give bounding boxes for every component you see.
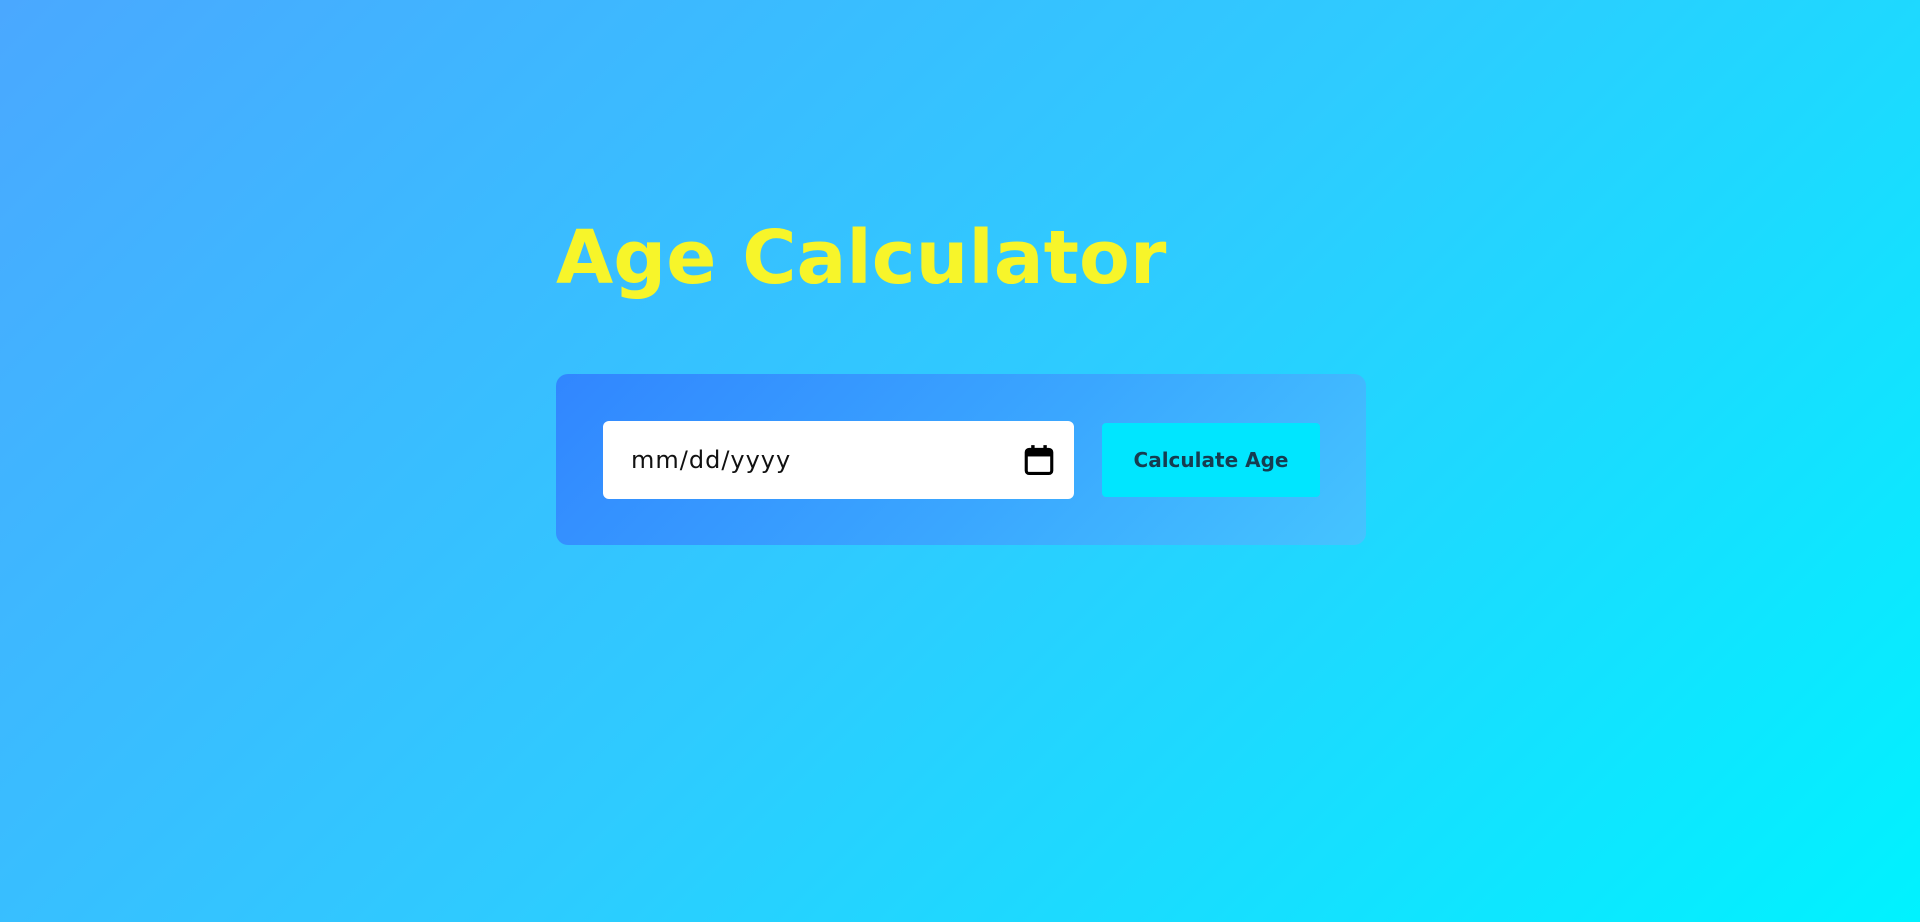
calculate-age-button[interactable]: Calculate Age xyxy=(1102,423,1320,497)
date-placeholder: mm/dd/yyyy xyxy=(631,446,792,474)
page-title: Age Calculator xyxy=(556,215,1167,301)
age-calculator-container: Age Calculator mm/dd/yyyy Calculate Age xyxy=(556,210,1366,545)
calculator-panel: mm/dd/yyyy Calculate Age xyxy=(556,374,1366,545)
calendar-icon[interactable] xyxy=(1022,442,1056,478)
date-of-birth-input[interactable]: mm/dd/yyyy xyxy=(603,421,1074,499)
